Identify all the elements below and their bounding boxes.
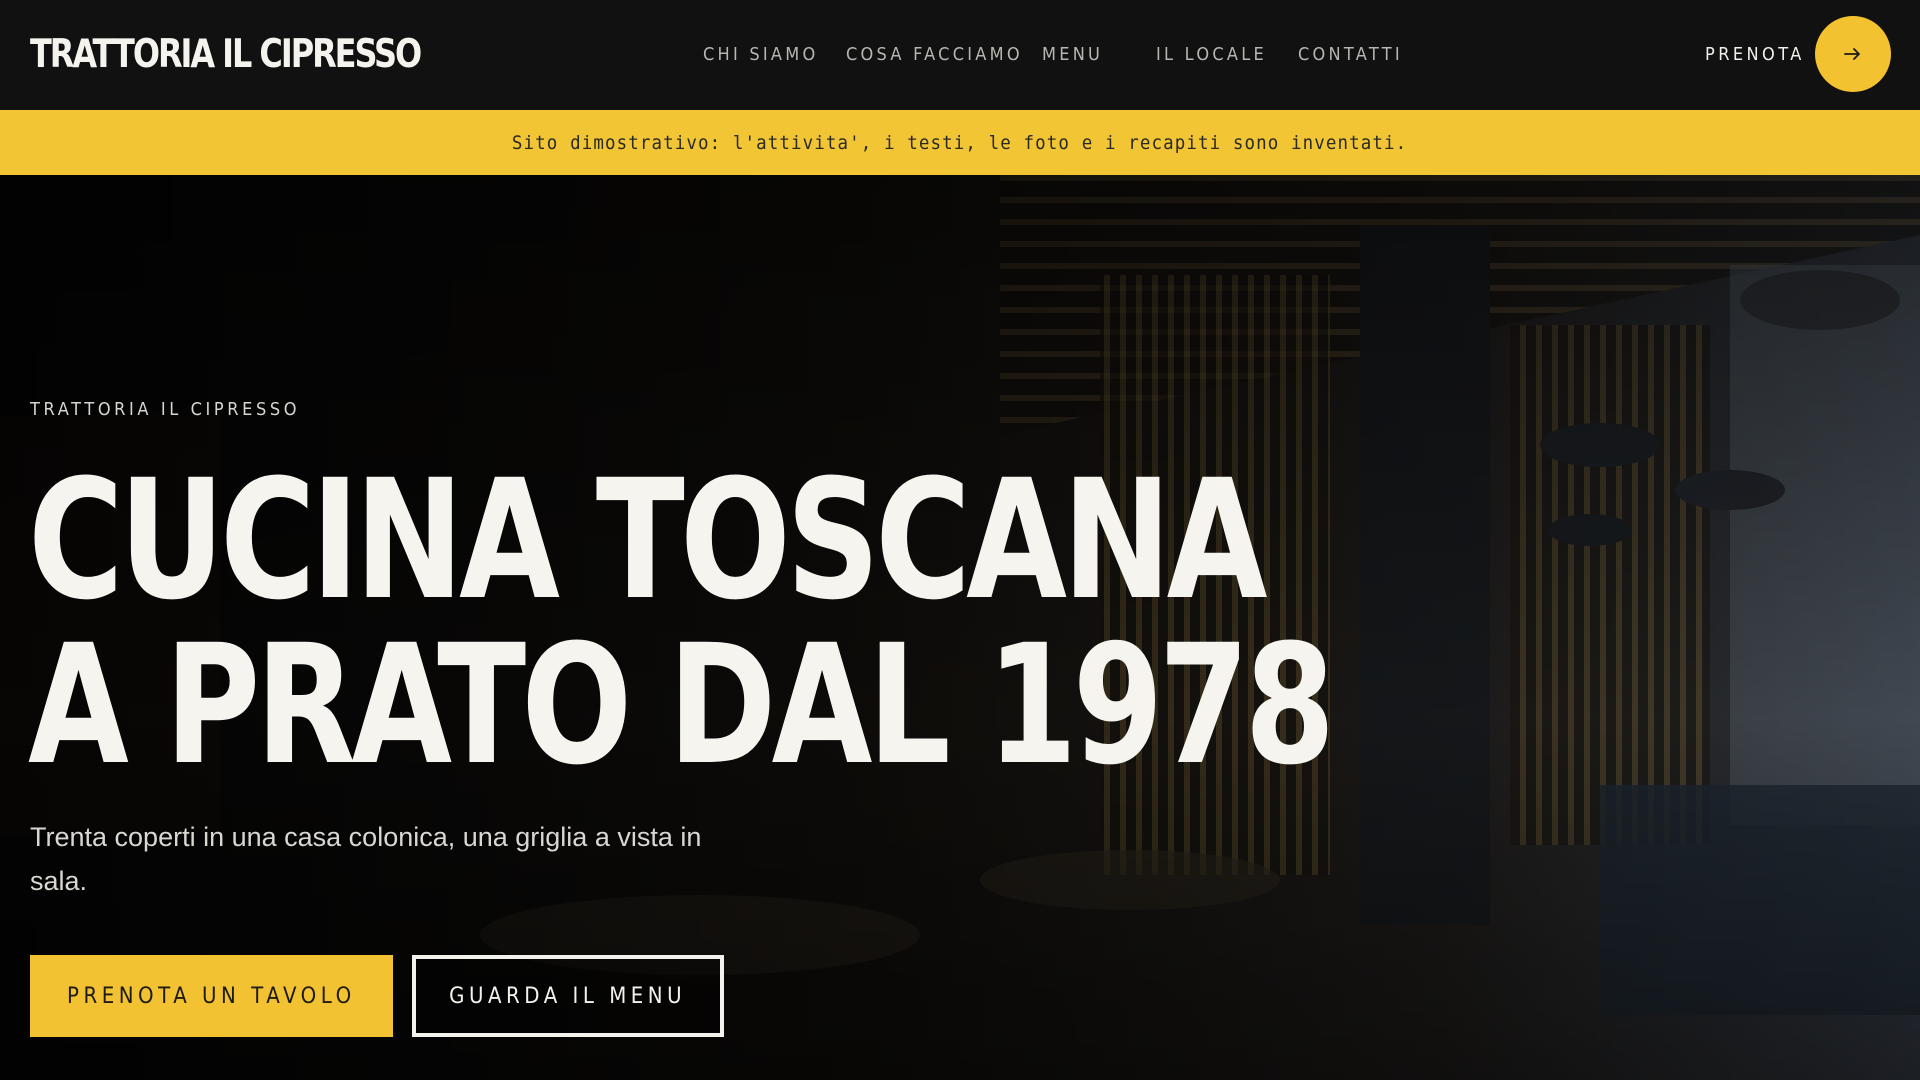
view-menu-button[interactable]: GUARDA IL MENU <box>412 955 724 1037</box>
book-arrow-button[interactable] <box>1815 16 1891 92</box>
nav-link-menu[interactable]: MENU <box>1042 40 1119 70</box>
nav-link-chi-siamo[interactable]: CHI SIAMO <box>703 40 815 70</box>
view-menu-label: GUARDA IL MENU <box>449 983 687 1009</box>
nav-link-cosa-facciamo[interactable]: COSA FACCIAMO <box>846 40 1020 70</box>
arrow-right-icon <box>1844 48 1860 60</box>
brand-logo[interactable]: TRATTORIA IL CIPRESSO <box>30 31 422 79</box>
site-header: TRATTORIA IL CIPRESSO CHI SIAMO COSA FAC… <box>0 0 1920 110</box>
reserve-table-label: PRENOTA UN TAVOLO <box>67 983 356 1009</box>
nav-link-il-locale[interactable]: IL LOCALE <box>1156 40 1264 70</box>
reserve-table-button[interactable]: PRENOTA UN TAVOLO <box>30 955 393 1037</box>
nav-link-contatti[interactable]: CONTATTI <box>1298 40 1400 70</box>
hero-headline: CUCINA TOSCANA A PRATO DAL 1978 <box>28 444 1335 801</box>
hero-headline-line-2: A PRATO DAL 1978 <box>28 609 1335 801</box>
hero-subtitle: Trenta coperti in una casa colonica, una… <box>30 822 702 896</box>
hero-headline-line-1: CUCINA TOSCANA <box>28 444 1268 636</box>
hero-eyebrow: TRATTORIA IL CIPRESSO <box>30 399 301 420</box>
demo-notice-text: Sito dimostrativo: l'attivita', i testi,… <box>512 131 1408 154</box>
demo-notice-banner: Sito dimostrativo: l'attivita', i testi,… <box>0 110 1920 175</box>
hero-section: TRATTORIA IL CIPRESSO CUCINA TOSCANA A P… <box>0 175 1920 1080</box>
main-nav: CHI SIAMO COSA FACCIAMO MENU IL LOCALE C… <box>703 40 1436 70</box>
book-link-label[interactable]: PRENOTA <box>1705 40 1805 70</box>
